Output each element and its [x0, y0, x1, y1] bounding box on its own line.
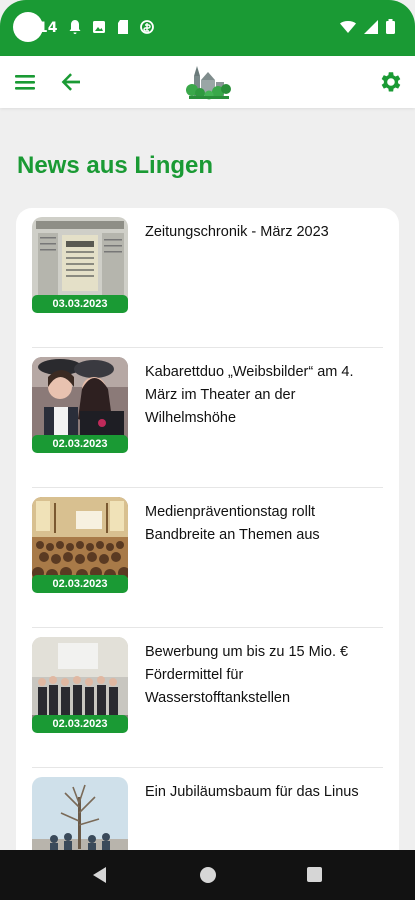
system-nav-bar	[0, 850, 415, 900]
news-title: Zeitungschronik - März 2023	[145, 224, 329, 240]
news-title: Kabarettduo „Weibsbilder“ am 4. März im …	[145, 364, 354, 426]
battery-icon	[386, 19, 395, 34]
news-date-badge: 02.03.2023	[32, 575, 128, 593]
sd-card-icon	[118, 20, 128, 34]
wifi-icon	[340, 20, 356, 33]
news-date-badge: 02.03.2023	[32, 715, 128, 733]
nav-home-icon[interactable]	[200, 867, 216, 883]
news-title: Medienpräventionstag rollt Bandbreite an…	[145, 504, 320, 543]
nav-back-icon[interactable]	[92, 866, 108, 884]
news-date-badge: 03.03.2023	[32, 295, 128, 313]
news-list-card: 03.03.2023 Zeitungschronik - März 2023 0…	[16, 208, 399, 868]
news-item[interactable]: 02.03.2023 Bewerbung um bis zu 15 Mio. €…	[16, 628, 399, 768]
app-bar	[0, 56, 415, 108]
news-title: Ein Jubiläumsbaum für das Linus	[145, 784, 359, 800]
page-title: News aus Lingen	[17, 152, 214, 179]
photo-icon	[93, 21, 105, 33]
menu-icon[interactable]	[12, 69, 38, 95]
back-arrow-icon[interactable]	[58, 69, 84, 95]
status-bar: 14	[0, 0, 415, 56]
city-logo[interactable]	[185, 62, 231, 102]
news-item[interactable]: 03.03.2023 Zeitungschronik - März 2023	[16, 208, 399, 348]
coin-icon	[140, 20, 154, 34]
news-date-badge: 02.03.2023	[32, 435, 128, 453]
news-item[interactable]: 02.03.2023 Medienpräventionstag rollt Ba…	[16, 488, 399, 628]
notification-bell-icon	[69, 20, 81, 34]
status-time: 14	[38, 20, 58, 36]
news-title: Bewerbung um bis zu 15 Mio. € Fördermitt…	[145, 644, 349, 706]
news-item[interactable]: 02.03.2023 Kabarettduo „Weibsbilder“ am …	[16, 348, 399, 488]
nav-recents-icon[interactable]	[307, 867, 322, 882]
gear-icon[interactable]	[377, 69, 403, 95]
signal-icon	[364, 19, 378, 34]
